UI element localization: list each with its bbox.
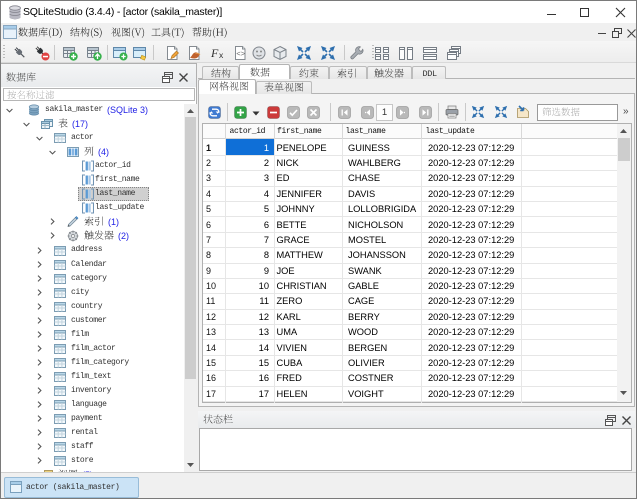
svg-text:x: x <box>219 50 224 60</box>
svg-text:F: F <box>210 46 219 60</box>
svg-text:<>: <> <box>236 51 246 59</box>
